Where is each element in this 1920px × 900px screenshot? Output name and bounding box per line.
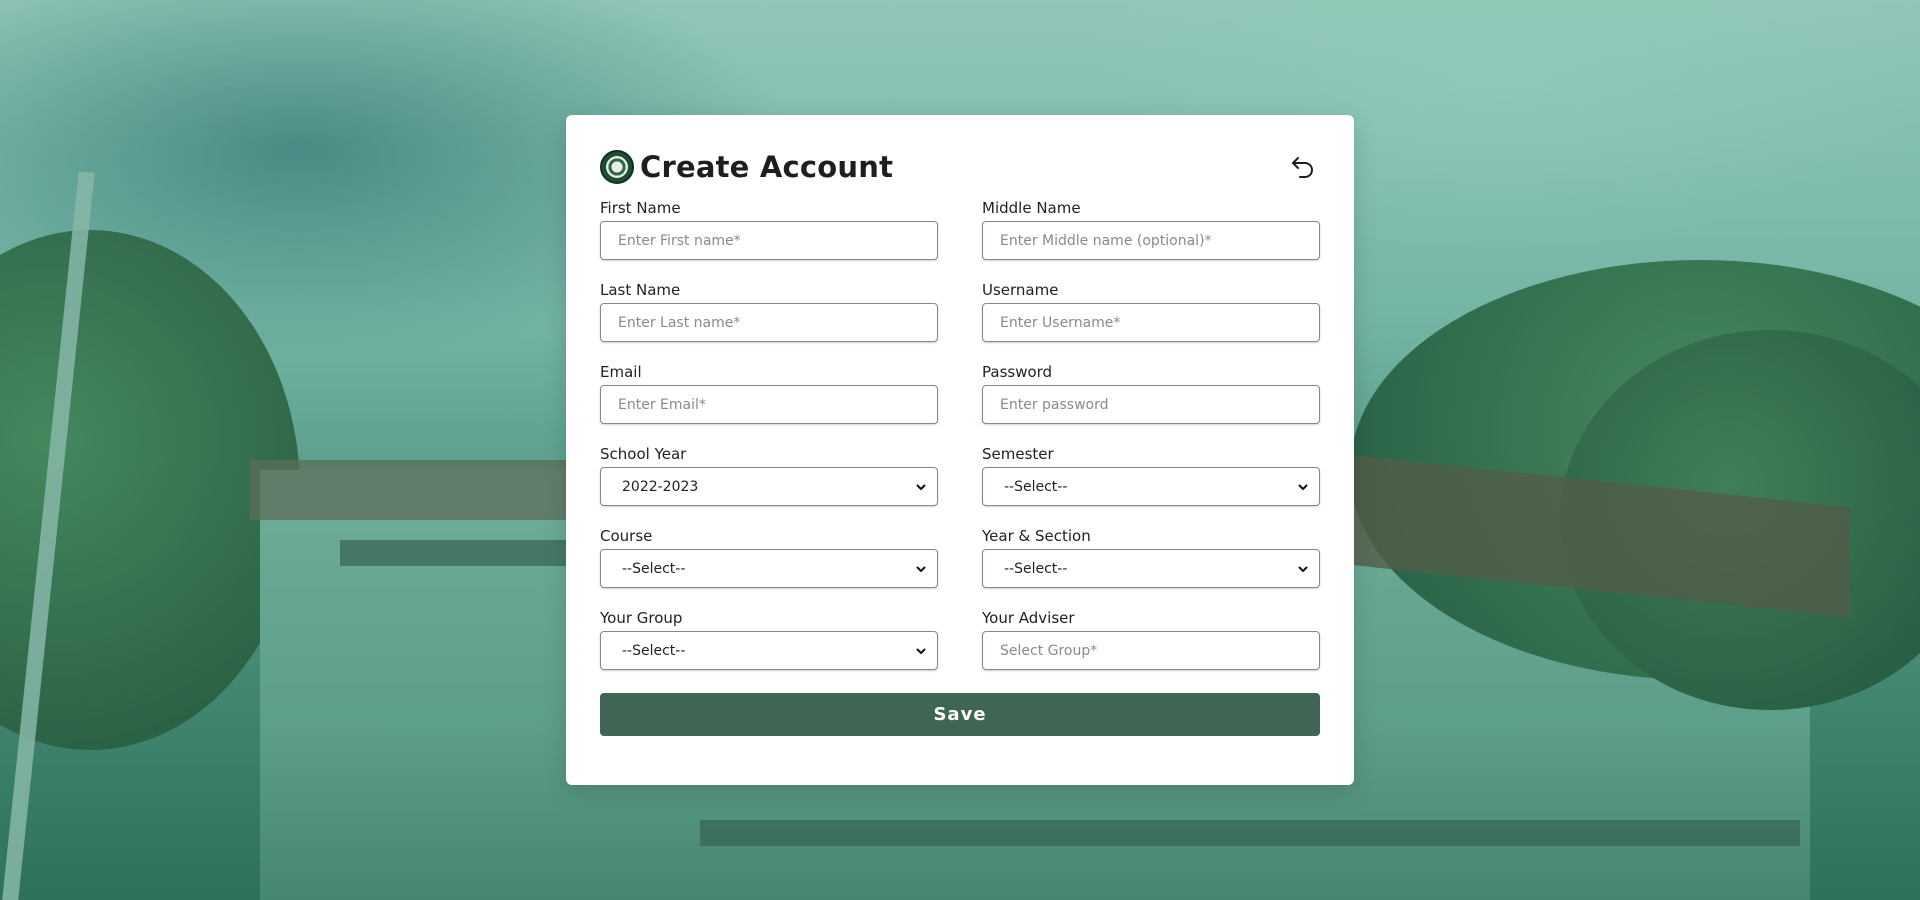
adviser-label: Your Adviser bbox=[982, 609, 1075, 627]
semester-field: Semester --Select-- bbox=[982, 443, 1320, 525]
course-select[interactable]: --Select-- bbox=[600, 549, 938, 588]
chevron-down-icon bbox=[916, 484, 926, 490]
year-section-label: Year & Section bbox=[982, 527, 1091, 545]
card-header: Create Account bbox=[600, 147, 1320, 187]
school-year-label: School Year bbox=[600, 445, 687, 463]
chevron-down-icon bbox=[1298, 566, 1308, 572]
school-seal-inner bbox=[606, 156, 628, 178]
school-seal-icon bbox=[600, 150, 634, 184]
group-value: --Select-- bbox=[622, 642, 686, 659]
course-field: Course --Select-- bbox=[600, 525, 938, 607]
password-field: Password bbox=[982, 361, 1320, 443]
username-input[interactable] bbox=[982, 303, 1320, 342]
username-field: Username bbox=[982, 279, 1320, 361]
chevron-down-icon bbox=[916, 566, 926, 572]
last-name-input[interactable] bbox=[600, 303, 938, 342]
password-input[interactable] bbox=[982, 385, 1320, 424]
undo-arrow-icon bbox=[1292, 157, 1313, 178]
create-account-card: Create Account First Name Middle Name La… bbox=[566, 115, 1354, 785]
year-section-field: Year & Section --Select-- bbox=[982, 525, 1320, 607]
page-title: Create Account bbox=[640, 150, 894, 184]
chevron-down-icon bbox=[916, 648, 926, 654]
course-label: Course bbox=[600, 527, 653, 545]
middle-name-field: Middle Name bbox=[982, 197, 1320, 279]
school-year-select[interactable]: 2022-2023 bbox=[600, 467, 938, 506]
school-year-value: 2022-2023 bbox=[622, 478, 699, 495]
password-label: Password bbox=[982, 363, 1053, 381]
course-value: --Select-- bbox=[622, 560, 686, 577]
middle-name-label: Middle Name bbox=[982, 199, 1081, 217]
email-field: Email bbox=[600, 361, 938, 443]
first-name-label: First Name bbox=[600, 199, 681, 217]
adviser-field: Your Adviser bbox=[982, 607, 1320, 689]
school-year-field: School Year 2022-2023 bbox=[600, 443, 938, 525]
first-name-field: First Name bbox=[600, 197, 938, 279]
group-field: Your Group --Select-- bbox=[600, 607, 938, 689]
email-input[interactable] bbox=[600, 385, 938, 424]
last-name-label: Last Name bbox=[600, 281, 681, 299]
title-group: Create Account bbox=[600, 150, 893, 184]
group-select[interactable]: --Select-- bbox=[600, 631, 938, 670]
year-section-select[interactable]: --Select-- bbox=[982, 549, 1320, 588]
username-label: Username bbox=[982, 281, 1059, 299]
adviser-input[interactable] bbox=[982, 631, 1320, 670]
semester-value: --Select-- bbox=[1004, 478, 1068, 495]
save-button[interactable]: Save bbox=[600, 693, 1320, 736]
form-grid: First Name Middle Name Last Name Usernam… bbox=[600, 197, 1320, 689]
first-name-input[interactable] bbox=[600, 221, 938, 260]
email-label: Email bbox=[600, 363, 642, 381]
chevron-down-icon bbox=[1298, 484, 1308, 490]
middle-name-input[interactable] bbox=[982, 221, 1320, 260]
group-label: Your Group bbox=[600, 609, 683, 627]
semester-select[interactable]: --Select-- bbox=[982, 467, 1320, 506]
semester-label: Semester bbox=[982, 445, 1054, 463]
last-name-field: Last Name bbox=[600, 279, 938, 361]
year-section-value: --Select-- bbox=[1004, 560, 1068, 577]
back-button[interactable] bbox=[1288, 152, 1318, 182]
